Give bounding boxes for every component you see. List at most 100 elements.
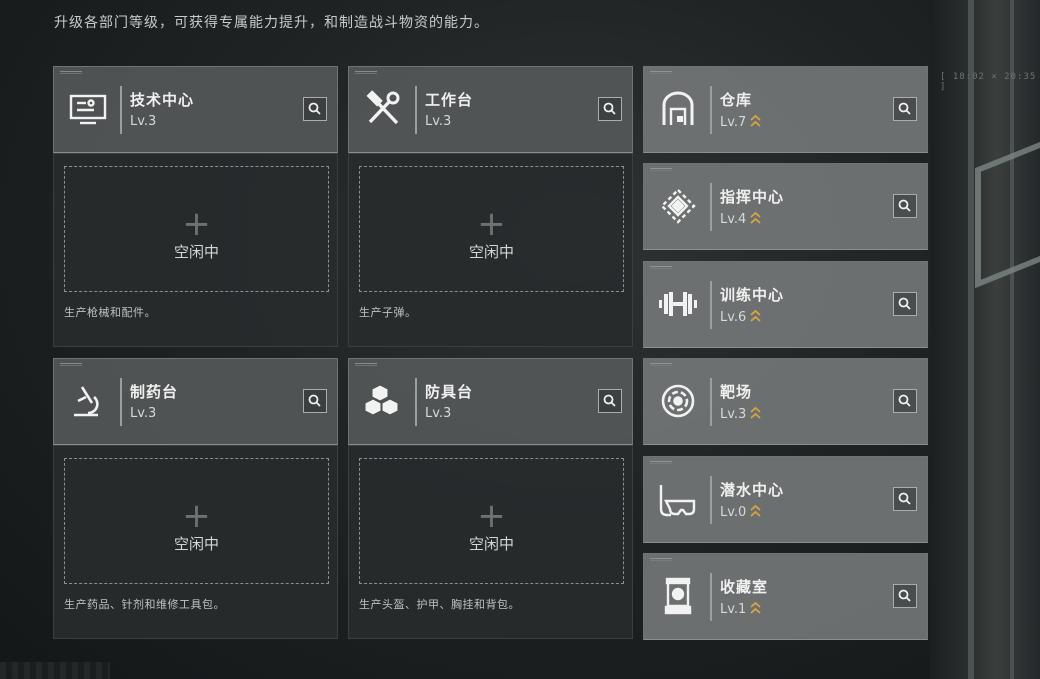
workshop-name: 工作台: [425, 91, 474, 109]
workshop-card-armor-bench[interactable]: 防具台 Lv.3: [348, 358, 633, 445]
background-beam: [968, 0, 974, 679]
card-divider: [710, 281, 712, 329]
plus-icon: +: [182, 204, 211, 244]
slot-status: 空闲中: [173, 535, 219, 553]
upgrade-arrow-icon: [750, 601, 761, 619]
card-divider: [415, 378, 417, 426]
workshop-level: Lv.3: [425, 114, 452, 129]
card-tag: [650, 558, 672, 561]
search-icon[interactable]: [303, 389, 327, 413]
facility-level: Lv.7: [720, 114, 761, 132]
card-tag: [650, 461, 672, 464]
plus-icon: +: [182, 496, 211, 536]
computer-terminal-icon: [68, 89, 108, 129]
workshop-panel-workbench: + 空闲中 生产子弹。: [348, 153, 633, 347]
facility-card-shooting-range[interactable]: 靶场 Lv.3: [643, 358, 928, 445]
production-slot[interactable]: + 空闲中: [64, 166, 329, 292]
level-text: Lv.4: [720, 212, 747, 227]
workshop-name: 防具台: [425, 383, 474, 401]
facility-name: 训练中心: [720, 286, 785, 304]
facility-card-command-center[interactable]: 指挥中心 Lv.4: [643, 163, 928, 250]
slot-status: 空闲中: [468, 243, 514, 261]
workshop-name: 制药台: [130, 383, 179, 401]
search-icon[interactable]: [893, 97, 917, 121]
level-text: Lv.7: [720, 115, 747, 130]
facility-card-collection-room[interactable]: 收藏室 Lv.1: [643, 553, 928, 640]
production-slot[interactable]: + 空闲中: [64, 458, 329, 584]
workshop-panel-pharmacy: + 空闲中 生产药品、针剂和维修工具包。: [53, 445, 338, 639]
hammer-wrench-icon: [363, 89, 403, 129]
workshop-level: Lv.3: [130, 114, 157, 129]
workshop-description: 生产药品、针剂和维修工具包。: [64, 598, 225, 611]
card-divider: [120, 86, 122, 134]
card-tag: [650, 168, 672, 171]
plus-icon: +: [477, 496, 506, 536]
search-icon[interactable]: [598, 97, 622, 121]
workshop-card-pharmacy[interactable]: 制药台 Lv.3: [53, 358, 338, 445]
facility-level: Lv.4: [720, 211, 761, 229]
card-divider: [710, 183, 712, 231]
time-readout: [ 18:02 × 20:35 ]: [940, 72, 1037, 92]
workshop-name: 技术中心: [130, 91, 195, 109]
facility-name: 靶场: [720, 383, 753, 401]
upgrade-arrow-icon: [750, 504, 761, 522]
card-divider: [710, 86, 712, 134]
target-icon: [658, 381, 698, 421]
plus-icon: +: [477, 204, 506, 244]
facility-card-training-center[interactable]: 训练中心 Lv.6: [643, 261, 928, 348]
card-divider: [415, 86, 417, 134]
search-icon[interactable]: [893, 389, 917, 413]
production-slot[interactable]: + 空闲中: [359, 458, 624, 584]
workshop-panel-armor-bench: + 空闲中 生产头盔、护甲、胸挂和背包。: [348, 445, 633, 639]
workshop-panel-tech-center: + 空闲中 生产枪械和配件。: [53, 153, 338, 347]
workshop-description: 生产头盔、护甲、胸挂和背包。: [359, 598, 520, 611]
search-icon[interactable]: [893, 584, 917, 608]
card-tag: [355, 363, 377, 366]
search-icon[interactable]: [598, 389, 622, 413]
upgrade-arrow-icon: [750, 406, 761, 424]
page-subtitle: 升级各部门等级，可获得专属能力提升，和制造战斗物资的能力。: [54, 15, 489, 31]
command-diamond-icon: [658, 186, 698, 226]
level-text: Lv.3: [720, 407, 747, 422]
facility-level: Lv.1: [720, 601, 761, 619]
background-strip: [0, 662, 110, 679]
background-beam: [1010, 0, 1014, 679]
facility-level: Lv.3: [720, 406, 761, 424]
slot-status: 空闲中: [468, 535, 514, 553]
facility-name: 仓库: [720, 91, 753, 109]
facility-level: Lv.0: [720, 504, 761, 522]
workshop-description: 生产枪械和配件。: [64, 306, 156, 319]
search-icon[interactable]: [893, 194, 917, 218]
upgrade-arrow-icon: [750, 114, 761, 132]
upgrade-arrow-icon: [750, 309, 761, 327]
workshop-card-tech-center[interactable]: 技术中心 Lv.3: [53, 66, 338, 153]
background-structure: [930, 0, 1040, 679]
microscope-icon: [68, 381, 108, 421]
facility-card-diving-center[interactable]: 潜水中心 Lv.0: [643, 456, 928, 543]
card-divider: [710, 573, 712, 621]
card-tag: [650, 266, 672, 269]
card-tag: [650, 71, 672, 74]
upgrade-arrow-icon: [750, 211, 761, 229]
facility-name: 收藏室: [720, 578, 769, 596]
facility-card-warehouse[interactable]: 仓库 Lv.7: [643, 66, 928, 153]
cubes-icon: [363, 381, 403, 421]
search-icon[interactable]: [303, 97, 327, 121]
card-tag: [355, 71, 377, 74]
display-case-icon: [658, 576, 698, 616]
card-tag: [60, 363, 82, 366]
search-icon[interactable]: [893, 292, 917, 316]
level-text: Lv.1: [720, 602, 747, 617]
card-divider: [120, 378, 122, 426]
card-divider: [710, 476, 712, 524]
card-tag: [650, 363, 672, 366]
workshop-level: Lv.3: [425, 406, 452, 421]
facility-name: 指挥中心: [720, 188, 785, 206]
workshop-card-workbench[interactable]: 工作台 Lv.3: [348, 66, 633, 153]
slot-status: 空闲中: [173, 243, 219, 261]
workshop-level: Lv.3: [130, 406, 157, 421]
production-slot[interactable]: + 空闲中: [359, 166, 624, 292]
facility-level: Lv.6: [720, 309, 761, 327]
search-icon[interactable]: [893, 487, 917, 511]
warehouse-icon: [658, 89, 698, 129]
